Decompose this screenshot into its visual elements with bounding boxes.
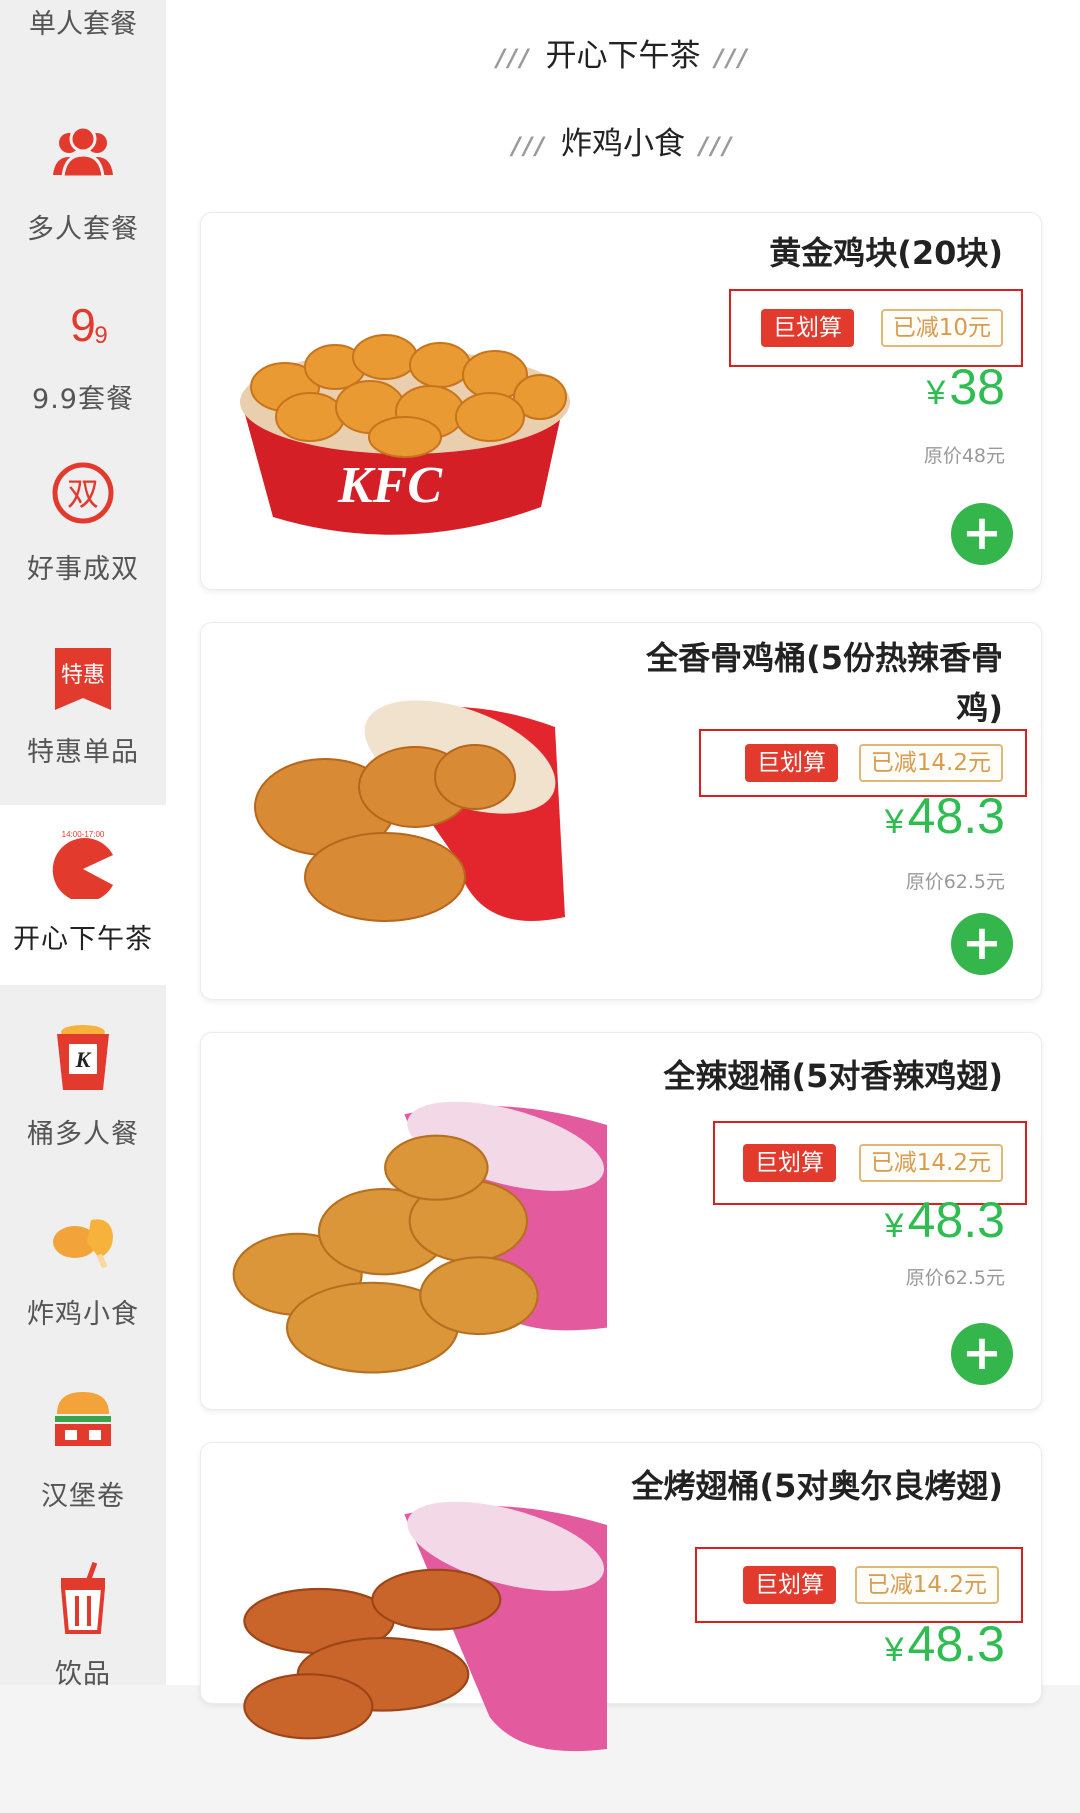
nine-nine-icon: 9 9 [70, 299, 107, 351]
product-price: ¥38 [926, 358, 1005, 416]
product-image-nuggets-bucket: KFC [240, 334, 570, 535]
product-price: ¥48.3 [885, 787, 1005, 845]
group-icon [53, 125, 113, 179]
slash-decoration: /// [714, 44, 750, 72]
price-value: 38 [949, 359, 1005, 415]
section-title: /// 开心下午茶 /// [166, 30, 1080, 75]
svg-text:14:00-17:00: 14:00-17:00 [62, 830, 105, 839]
sidebar-item-double-happiness[interactable]: 双 好事成双 [0, 435, 166, 615]
sidebar-item-label: 饮品 [55, 1659, 111, 1690]
sidebar-item-label: 特惠单品 [27, 737, 139, 768]
product-image-spicy-wings-bucket [232, 1101, 607, 1374]
product-list: /// 开心下午茶 /// /// 炸鸡小食 /// KFC 黄金鸡块(20块) 巨划算… [166, 0, 1080, 1752]
product-card[interactable]: 全辣翅桶(5对香辣鸡翅) 巨划算 已减14.2元 ¥48.3 原价62.5元 + [200, 1032, 1042, 1410]
category-sidebar: 单人套餐 多人套餐 9 9 9.9套餐 双 好事成双 特惠 特惠单品 14:00… [0, 0, 166, 1690]
bucket-icon: K [57, 1025, 109, 1090]
sidebar-item-label: 开心下午茶 [13, 924, 153, 955]
sidebar-item-special-offer[interactable]: 特惠 特惠单品 [0, 618, 166, 798]
product-image-crispy-chicken-bucket [254, 700, 565, 922]
sidebar-item-label: 多人套餐 [27, 214, 139, 245]
currency-symbol: ¥ [884, 1631, 904, 1669]
sidebar-item-label: 汉堡卷 [41, 1481, 125, 1512]
product-price: ¥48.3 [885, 1191, 1005, 1249]
special-offer-icon: 特惠 [55, 648, 111, 710]
price-value: 48.3 [907, 788, 1005, 844]
sidebar-item-label: 9.9套餐 [32, 384, 134, 415]
discount-badge: 已减14.2元 [858, 744, 1003, 782]
slash-decoration: /// [699, 132, 735, 160]
price-value: 48.3 [907, 1616, 1005, 1672]
original-price: 原价62.5元 [905, 871, 1005, 893]
category-title-text: 炸鸡小食 [561, 126, 685, 162]
promo-highlight-box: 巨划算 已减14.2元 [695, 1547, 1023, 1623]
sidebar-item-burger-wrap[interactable]: 汉堡卷 [0, 1362, 166, 1542]
currency-symbol: ¥ [926, 374, 946, 412]
sidebar-item-afternoon-tea[interactable]: 14:00-17:00 开心下午茶 [0, 805, 166, 985]
promo-highlight-box: 巨划算 已减10元 [729, 289, 1023, 367]
original-price: 原价48元 [923, 445, 1005, 467]
add-to-cart-button[interactable]: + [951, 503, 1013, 565]
discount-badge: 已减14.2元 [858, 1144, 1003, 1182]
product-price: ¥48.3 [885, 1615, 1005, 1673]
svg-text:9: 9 [70, 299, 96, 351]
deal-badge: 巨划算 [745, 744, 838, 782]
svg-text:双: 双 [67, 475, 99, 513]
slash-decoration: /// [496, 44, 532, 72]
double-happiness-icon: 双 [52, 462, 114, 524]
sidebar-item-drinks[interactable]: 饮品 [0, 1540, 166, 1720]
drink-cup-icon [60, 1562, 106, 1634]
sidebar-item-bucket-meal[interactable]: K 桶多人餐 [0, 1000, 166, 1180]
currency-symbol: ¥ [884, 803, 904, 841]
sidebar-item-label: 炸鸡小食 [27, 1299, 139, 1330]
product-card[interactable]: KFC 黄金鸡块(20块) 巨划算 已减10元 ¥38 原价48元 + [200, 212, 1042, 590]
deal-badge: 巨划算 [743, 1566, 836, 1604]
deal-badge: 巨划算 [761, 309, 854, 347]
product-image-roasted-wings-bucket [243, 1501, 607, 1752]
original-price: 原价62.5元 [905, 1267, 1005, 1289]
svg-text:K: K [75, 1047, 92, 1072]
slash-decoration: /// [511, 132, 547, 160]
afternoon-tea-clock-icon: 14:00-17:00 [52, 830, 113, 899]
price-value: 48.3 [907, 1192, 1005, 1248]
deal-badge: 巨划算 [743, 1144, 836, 1182]
fried-chicken-icon [53, 1219, 113, 1268]
add-to-cart-button[interactable]: + [951, 913, 1013, 975]
product-card[interactable]: 全烤翅桶(5对奥尔良烤翅) 巨划算 已减14.2元 ¥48.3 [200, 1442, 1042, 1752]
currency-symbol: ¥ [884, 1207, 904, 1245]
sidebar-item-fried-chicken[interactable]: 炸鸡小食 [0, 1180, 166, 1360]
sidebar-item-label: 好事成双 [27, 554, 139, 585]
svg-text:9: 9 [94, 322, 107, 349]
section-title-text: 开心下午茶 [545, 38, 701, 74]
add-to-cart-button[interactable]: + [951, 1323, 1013, 1385]
burger-icon [55, 1392, 111, 1446]
discount-badge: 已减10元 [880, 309, 1003, 347]
product-name: 黄金鸡块(20块) [769, 234, 1003, 272]
sidebar-item-nine-nine-meal[interactable]: 9 9 9.9套餐 [0, 265, 166, 445]
product-name: 全辣翅桶(5对香辣鸡翅) [663, 1057, 1003, 1095]
svg-text:特惠: 特惠 [61, 663, 105, 688]
sidebar-item-multi-person-meal[interactable]: 多人套餐 [0, 95, 166, 275]
discount-badge: 已减14.2元 [854, 1566, 999, 1604]
sidebar-item-label: 桶多人餐 [27, 1119, 139, 1150]
category-title: /// 炸鸡小食 /// [166, 118, 1080, 163]
sidebar-item-single-meal[interactable]: 单人套餐 [0, 2, 166, 41]
product-name: 全烤翅桶(5对奥尔良烤翅) [631, 1467, 1003, 1505]
bucket-brand-text: KFC [337, 457, 443, 514]
product-name: 全香骨鸡桶(5份热辣香骨鸡) [646, 639, 1003, 727]
product-card[interactable]: 全香骨鸡桶(5份热辣香骨鸡) 巨划算 已减14.2元 ¥48.3 原价62.5元… [200, 622, 1042, 1000]
